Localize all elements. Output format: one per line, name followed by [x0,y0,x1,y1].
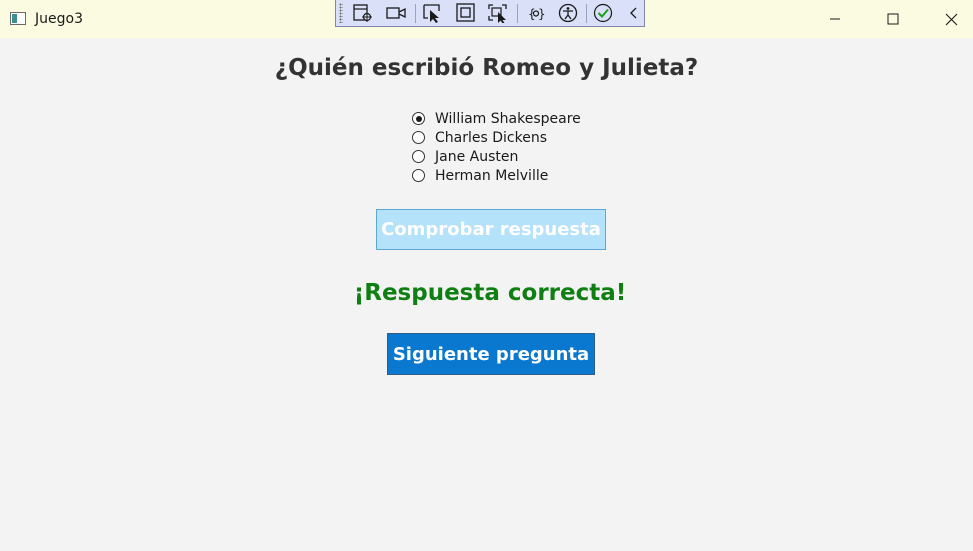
radio-button[interactable] [412,169,425,182]
window-title: Juego3 [35,11,83,27]
display-layout-adorners-icon[interactable] [455,3,477,23]
svg-text:{: { [528,7,536,21]
answer-options: William Shakespeare Charles Dickens Jane… [412,109,581,185]
close-button[interactable] [922,0,973,38]
toolbar-grip[interactable] [339,3,343,23]
video-camera-icon[interactable] [385,3,407,23]
pointer-select-icon[interactable] [422,3,444,23]
toolbar-separator [586,4,587,23]
option-label: Charles Dickens [435,129,547,146]
radio-button[interactable] [412,150,425,163]
runtime-debug-toolbar: { } [335,0,645,27]
option-herman-melville[interactable]: Herman Melville [412,166,581,185]
maximize-icon [887,13,899,25]
check-answer-button[interactable]: Comprobar respuesta [376,209,606,250]
option-william-shakespeare[interactable]: William Shakespeare [412,109,581,128]
option-jane-austen[interactable]: Jane Austen [412,147,581,166]
option-label: William Shakespeare [435,110,581,127]
svg-text:}: } [538,7,546,21]
close-icon [945,13,957,25]
option-label: Herman Melville [435,167,549,184]
accessibility-icon[interactable] [557,3,579,23]
toolbar-separator [415,4,416,23]
radio-button-selected[interactable] [412,112,425,125]
track-focused-element-icon[interactable] [487,3,509,24]
check-icon[interactable] [592,3,614,23]
select-element-icon[interactable] [352,3,374,23]
maximize-button[interactable] [864,0,922,38]
toolbar-separator [517,4,518,23]
minimize-button[interactable] [806,0,864,38]
collapse-chevron-icon[interactable] [623,3,645,23]
binding-failures-icon[interactable]: { } [525,3,547,23]
radio-button[interactable] [412,131,425,144]
option-label: Jane Austen [435,148,519,165]
minimize-icon [830,18,840,20]
app-window-icon [10,12,26,25]
option-charles-dickens[interactable]: Charles Dickens [412,128,581,147]
next-question-button[interactable]: Siguiente pregunta [387,333,595,375]
question-heading: ¿Quién escribió Romeo y Julieta? [274,55,699,81]
result-message: ¡Respuesta correcta! [353,280,627,306]
